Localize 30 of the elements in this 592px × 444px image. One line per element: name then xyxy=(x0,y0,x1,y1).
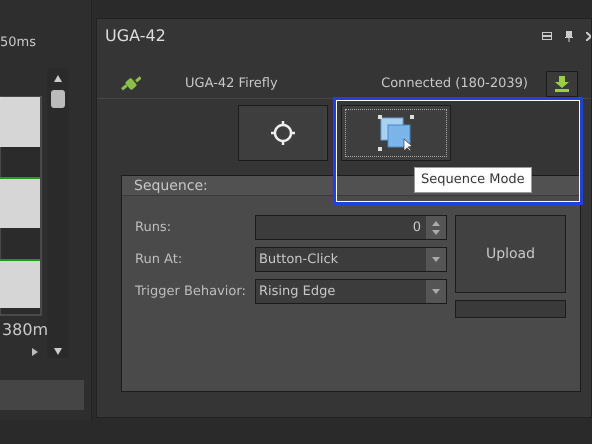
locate-button[interactable] xyxy=(238,105,328,161)
minimize-icon[interactable] xyxy=(542,32,552,40)
crosshair-icon xyxy=(271,121,295,145)
spinner-field[interactable]: 0 xyxy=(255,215,447,240)
upload-button[interactable]: Upload xyxy=(455,215,566,293)
device-name: UGA-42 Firefly xyxy=(185,74,278,93)
download-button[interactable] xyxy=(546,70,578,96)
scrollbar[interactable] xyxy=(47,68,69,358)
field-label: Trigger Behavior: xyxy=(135,282,247,301)
field-label: Run At: xyxy=(135,250,184,269)
tooltip: Sequence Mode xyxy=(414,167,532,192)
dropdown[interactable]: Rising Edge xyxy=(255,279,447,304)
dropdown-arrow-icon[interactable] xyxy=(432,289,440,294)
sequence-mode-button[interactable] xyxy=(341,105,451,161)
download-icon xyxy=(555,76,569,92)
dropdown[interactable]: Button-Click xyxy=(255,247,447,272)
scroll-thumb[interactable] xyxy=(51,90,65,108)
scroll-up-icon[interactable] xyxy=(54,75,62,82)
time-label: 50ms xyxy=(0,34,36,52)
field-label: Runs: xyxy=(135,218,172,237)
layers-icon xyxy=(378,115,414,151)
connection-status: Connected (180-2039) xyxy=(381,74,528,93)
spinner-arrows-icon[interactable] xyxy=(432,220,440,236)
scroll-right-icon[interactable] xyxy=(32,348,38,356)
plug-icon xyxy=(121,76,141,92)
pin-icon[interactable] xyxy=(565,30,573,42)
panel-title: UGA-42 xyxy=(105,25,166,47)
scroll-down-icon[interactable] xyxy=(54,348,62,355)
dropdown-arrow-icon[interactable] xyxy=(432,257,440,262)
time-label: 380m xyxy=(2,319,48,341)
